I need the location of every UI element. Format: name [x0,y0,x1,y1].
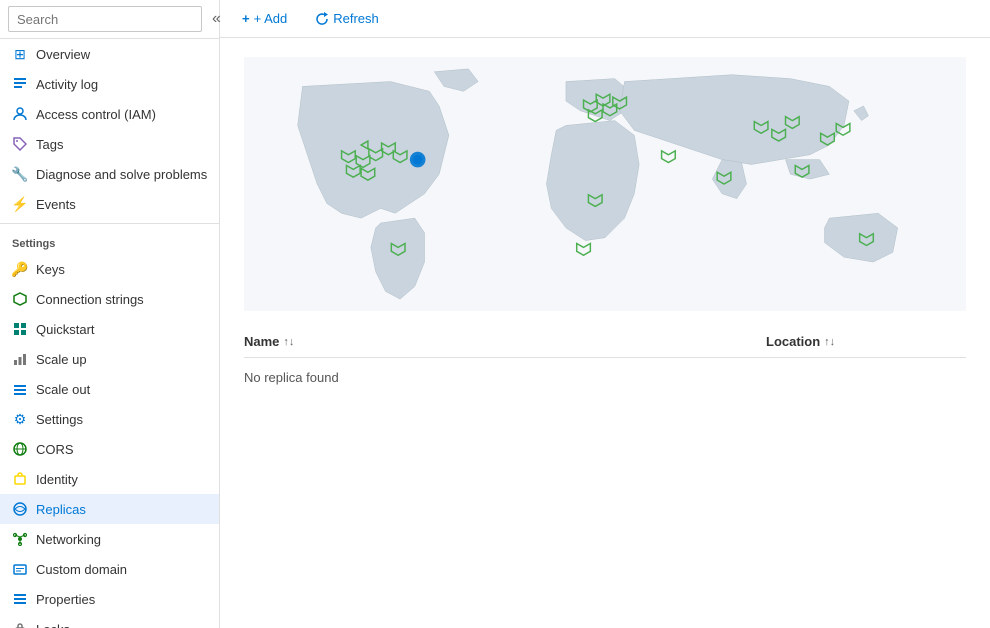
tags-icon [12,136,28,152]
sidebar-item-label: Access control (IAM) [36,107,156,122]
sidebar-item-label: Diagnose and solve problems [36,167,207,182]
sidebar-item-label: Identity [36,472,78,487]
sidebar-item-label: Properties [36,592,95,607]
sidebar-item-label: Networking [36,532,101,547]
sidebar-item-label: Keys [36,262,65,277]
search-input[interactable] [8,6,202,32]
sidebar-item-label: Activity log [36,77,98,92]
custom-domain-icon [12,561,28,577]
replicas-icon [12,501,28,517]
scale-up-icon [12,351,28,367]
sidebar-navigation: ⊞ Overview Activity log Access control (… [0,39,219,628]
sidebar-item-events[interactable]: ⚡ Events [0,189,219,219]
refresh-icon [315,11,329,27]
sidebar-item-label: Custom domain [36,562,127,577]
no-data-message: No replica found [244,358,966,397]
location-sort-icon: ↑↓ [824,336,835,348]
sidebar-item-label: Scale out [36,382,90,397]
sidebar-item-identity[interactable]: Identity [0,464,219,494]
world-map [244,54,966,314]
refresh-label: Refresh [333,11,379,26]
location-column-header[interactable]: Location ↑↓ [766,334,966,349]
sidebar-item-keys[interactable]: 🔑 Keys [0,254,219,284]
sidebar-item-locks[interactable]: Locks [0,614,219,628]
sidebar-item-access-control[interactable]: Access control (IAM) [0,99,219,129]
sidebar-item-settings[interactable]: ⚙ Settings [0,404,219,434]
add-icon: + [242,11,250,26]
networking-icon [12,531,28,547]
add-button[interactable]: + + Add [236,7,293,30]
sidebar-item-networking[interactable]: Networking [0,524,219,554]
sidebar: « ⊞ Overview Activity log Access control… [0,0,220,628]
toolbar: + + Add Refresh [220,0,990,38]
sidebar-item-label: Locks [36,622,70,628]
diagnose-icon: 🔧 [12,166,28,182]
sidebar-item-label: CORS [36,442,74,457]
content-area: Name ↑↓ Location ↑↓ No replica found [220,38,990,628]
sidebar-item-label: Replicas [36,502,86,517]
sidebar-item-overview[interactable]: ⊞ Overview [0,39,219,69]
sidebar-item-scale-up[interactable]: Scale up [0,344,219,374]
properties-icon [12,591,28,607]
table-body: No replica found [244,358,966,397]
sidebar-item-label: Events [36,197,76,212]
settings-icon: ⚙ [12,411,28,427]
table-header: Name ↑↓ Location ↑↓ [244,326,966,358]
sidebar-item-label: Quickstart [36,322,95,337]
overview-icon: ⊞ [12,46,28,62]
map-container [220,38,990,326]
sidebar-item-label: Overview [36,47,90,62]
location-column-label: Location [766,334,820,349]
sidebar-item-properties[interactable]: Properties [0,584,219,614]
name-sort-icon: ↑↓ [283,336,294,348]
events-icon: ⚡ [12,196,28,212]
cors-icon [12,441,28,457]
search-box: « [0,0,219,39]
identity-icon [12,471,28,487]
access-control-icon [12,106,28,122]
quickstart-icon [12,321,28,337]
settings-divider [0,223,219,224]
keys-icon: 🔑 [12,261,28,277]
sidebar-item-diagnose[interactable]: 🔧 Diagnose and solve problems [0,159,219,189]
sidebar-item-custom-domain[interactable]: Custom domain [0,554,219,584]
scale-out-icon [12,381,28,397]
sidebar-item-replicas[interactable]: Replicas [0,494,219,524]
refresh-button[interactable]: Refresh [309,7,385,31]
name-column-header[interactable]: Name ↑↓ [244,334,766,349]
add-label: + Add [254,11,288,26]
sidebar-item-scale-out[interactable]: Scale out [0,374,219,404]
sidebar-item-connection-strings[interactable]: Connection strings [0,284,219,314]
sidebar-item-label: Tags [36,137,63,152]
sidebar-item-activity-log[interactable]: Activity log [0,69,219,99]
sidebar-item-label: Scale up [36,352,87,367]
table-section: Name ↑↓ Location ↑↓ No replica found [220,326,990,397]
locks-icon [12,621,28,628]
activity-log-icon [12,76,28,92]
sidebar-item-label: Settings [36,412,83,427]
sidebar-item-quickstart[interactable]: Quickstart [0,314,219,344]
name-column-label: Name [244,334,279,349]
main-content: + + Add Refresh [220,0,990,628]
settings-section-header: Settings [0,228,219,254]
connection-strings-icon [12,291,28,307]
sidebar-item-tags[interactable]: Tags [0,129,219,159]
sidebar-item-cors[interactable]: CORS [0,434,219,464]
sidebar-item-label: Connection strings [36,292,144,307]
